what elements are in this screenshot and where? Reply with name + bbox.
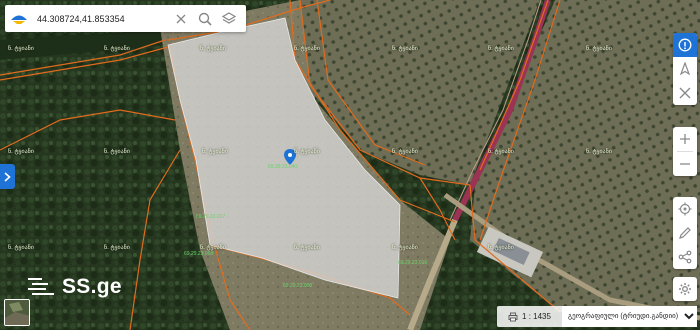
zoom-group (673, 127, 697, 176)
share-icon (678, 250, 692, 264)
minus-icon (680, 163, 690, 165)
cadastral-code-label: 69.29.23.008 (283, 283, 313, 289)
parcel-status-label: ნ. ტყიანი (8, 149, 34, 155)
printer-icon[interactable] (508, 312, 518, 322)
scale-indicator: 1 : 1435 (497, 306, 562, 327)
info-button[interactable] (673, 33, 697, 57)
parcel-status-label: ნ. ტყიანი (8, 245, 34, 251)
parcel-status-label: ნ. ტყიანი (488, 149, 514, 155)
pencil-icon (679, 227, 691, 239)
chevron-right-icon (4, 171, 11, 182)
measure-button[interactable] (673, 81, 697, 105)
zoom-out-button[interactable] (673, 152, 697, 176)
search-icon[interactable] (193, 5, 217, 32)
parcel-status-label: ნ. ტყიანი (104, 149, 130, 155)
cadastral-code-label: 69.29.23.016 (398, 260, 428, 266)
parcel-status-label: ნ. ტყიანი (202, 149, 228, 155)
ssge-map-logo-icon[interactable] (5, 5, 33, 32)
search-bar (5, 5, 246, 32)
tools-group (673, 33, 697, 105)
parcel-status-label: ნ. ტყიანი (200, 245, 226, 251)
layers-icon[interactable] (217, 5, 241, 32)
cadastral-code-label: 69.29.23.068 (184, 251, 214, 257)
scale-text: 1 : 1435 (522, 312, 551, 321)
close-icon[interactable] (169, 5, 193, 32)
panel-toggle-button[interactable] (0, 164, 15, 189)
ssge-logo-icon (28, 278, 54, 295)
parcel-status-label: ნ. ტყიანი (104, 245, 130, 251)
parcel-status-label: ნ. ტყიანი (294, 245, 320, 251)
basemap-switcher[interactable] (4, 299, 30, 326)
parcel-status-label: ნ. ტყიანი (586, 149, 612, 155)
ssge-brand: SS.ge (26, 275, 122, 299)
parcel-status-label: ნ. ტყიანი (294, 149, 320, 155)
coordinate-system-select[interactable]: გეოგრაფიული (ტრიუდი.განდიი) (562, 306, 697, 327)
parcel-status-label: ნ. ტყიანი (392, 245, 418, 251)
parcel-status-label: ნ. ტყიანი (8, 46, 34, 52)
bottom-bar: 1 : 1435 გეოგრაფიული (ტრიუდი.განდიი) (497, 306, 697, 327)
share-button[interactable] (673, 245, 697, 269)
parcel-status-label: ნ. ტყიანი (488, 46, 514, 52)
ruler-icon (679, 87, 691, 99)
coordinates-search-input[interactable] (33, 8, 169, 29)
parcel-status-label: ნ. ტყიანი (586, 46, 612, 52)
parcel-status-label: ნ. ტყიანი (200, 46, 226, 52)
navigate-button[interactable] (673, 57, 697, 81)
draw-button[interactable] (673, 221, 697, 245)
locate-button[interactable] (673, 197, 697, 221)
brand-text: SS.ge (62, 275, 122, 298)
zoom-in-button[interactable] (673, 127, 697, 151)
info-icon (678, 38, 692, 52)
parcel-status-label: ნ. ტყიანი (392, 46, 418, 52)
settings-button[interactable] (673, 277, 697, 301)
parcel-status-label: ნ. ტყიანი (104, 46, 130, 52)
cadastral-code-label: 69.29.23.017 (196, 214, 226, 220)
parcel-status-label: ნ. ტყიანი (392, 149, 418, 155)
crosshair-icon (678, 202, 692, 216)
satellite-thumbnail-icon (5, 300, 29, 325)
plus-icon (680, 134, 690, 144)
actions-group (673, 197, 697, 269)
cadastral-code-label: 69.29.23.040 (268, 164, 298, 170)
parcel-status-label: ნ. ტყიანი (294, 46, 320, 52)
compass-icon (679, 62, 691, 76)
parcel-status-label: ნ. ტყიანი (488, 245, 514, 251)
gear-icon (679, 283, 691, 295)
